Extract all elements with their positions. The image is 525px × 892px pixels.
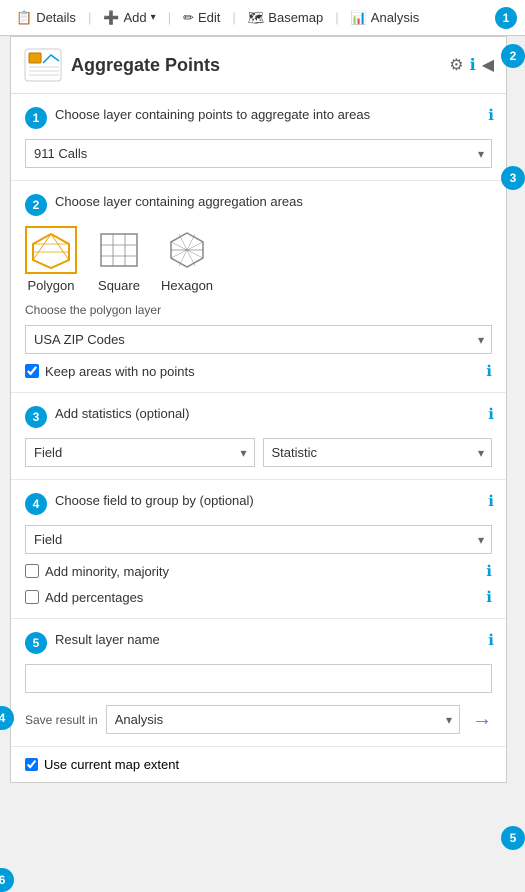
minority-checkbox[interactable] bbox=[25, 564, 39, 578]
result-name-input[interactable]: Aggregation of 911 Calls to USA ZIP Code… bbox=[25, 664, 492, 693]
step-2-section: 2 Choose layer containing aggregation ar… bbox=[11, 181, 506, 393]
save-location-select-wrapper: Analysis bbox=[106, 705, 460, 734]
step2-title: Choose layer containing aggregation area… bbox=[55, 193, 492, 211]
step-4-section: ℹ 4 Choose field to group by (optional) … bbox=[11, 480, 506, 619]
shape-polygon[interactable]: Polygon bbox=[25, 226, 77, 293]
aggregate-points-panel: Aggregate Points ⚙ ℹ ◀ ℹ 1 Choose layer … bbox=[10, 36, 507, 783]
square-icon-box bbox=[93, 226, 145, 274]
step4-info-icon[interactable]: ℹ bbox=[488, 492, 494, 510]
use-extent-checkbox[interactable] bbox=[25, 758, 38, 771]
analysis-icon: 📊 bbox=[351, 10, 367, 26]
step-3-section: ℹ 3 Add statistics (optional) Field Stat… bbox=[11, 393, 506, 480]
hexagon-icon-box bbox=[161, 226, 213, 274]
step-badge-3: 3 bbox=[25, 406, 47, 428]
percentages-checkbox[interactable] bbox=[25, 590, 39, 604]
bottom-section: Use current map extent bbox=[11, 747, 506, 782]
add-dropdown-icon: ▾ bbox=[151, 12, 156, 23]
gear-icon[interactable]: ⚙ bbox=[449, 55, 463, 75]
external-badge-6: 6 bbox=[0, 868, 14, 892]
toolbar-details[interactable]: 📋 Details bbox=[8, 6, 84, 30]
polygon-icon bbox=[29, 230, 73, 270]
step1-layer-select-wrapper: 911 Calls bbox=[25, 139, 492, 168]
step1-title: Choose layer containing points to aggreg… bbox=[55, 106, 492, 124]
step5-info-icon[interactable]: ℹ bbox=[488, 631, 494, 649]
step3-statistic-select-wrapper: Statistic bbox=[263, 438, 493, 467]
step1-layer-select[interactable]: 911 Calls bbox=[25, 139, 492, 168]
shape-hexagon[interactable]: Hexagon bbox=[161, 226, 213, 293]
percentages-info[interactable]: ℹ bbox=[486, 588, 492, 606]
external-badge-2: 2 bbox=[501, 44, 525, 68]
step3-title: Add statistics (optional) bbox=[55, 405, 492, 423]
toolbar-edit[interactable]: ✏ Edit bbox=[175, 6, 228, 30]
toolbar-analysis[interactable]: 📊 Analysis bbox=[343, 6, 428, 30]
shape-options: Polygon Square bbox=[25, 226, 492, 293]
square-label: Square bbox=[98, 278, 140, 293]
shape-square[interactable]: Square bbox=[93, 226, 145, 293]
step-badge-4: 4 bbox=[25, 493, 47, 515]
use-extent-label: Use current map extent bbox=[44, 757, 179, 772]
step4-title: Choose field to group by (optional) bbox=[55, 492, 492, 510]
step-5-section: ℹ 5 Result layer name Aggregation of 911… bbox=[11, 619, 506, 747]
external-badge-5: 5 bbox=[501, 826, 525, 850]
polygon-icon-box bbox=[25, 226, 77, 274]
toolbar: 📋 Details | ➕ Add ▾ | ✏ Edit | 🗺 Basemap… bbox=[0, 0, 525, 36]
percentages-label: Add percentages bbox=[45, 590, 143, 605]
step3-field-select[interactable]: Field bbox=[25, 438, 255, 467]
step3-statistic-select[interactable]: Statistic bbox=[263, 438, 493, 467]
polygon-hint: Choose the polygon layer bbox=[25, 303, 492, 317]
external-badge-3: 3 bbox=[501, 166, 525, 190]
save-location-select[interactable]: Analysis bbox=[106, 705, 460, 734]
save-label: Save result in bbox=[25, 713, 98, 727]
toolbar-basemap[interactable]: 🗺 Basemap bbox=[240, 6, 331, 30]
edit-icon: ✏ bbox=[183, 10, 194, 26]
step-badge-1: 1 bbox=[25, 107, 47, 129]
add-icon: ➕ bbox=[103, 10, 119, 26]
keep-areas-row: Keep areas with no points ℹ bbox=[25, 362, 492, 380]
polygon-label: Polygon bbox=[28, 278, 75, 293]
step1-info-icon[interactable]: ℹ bbox=[488, 106, 494, 124]
square-icon bbox=[97, 230, 141, 270]
step4-field-select[interactable]: Field bbox=[25, 525, 492, 554]
polygon-layer-select[interactable]: USA ZIP Codes bbox=[25, 325, 492, 354]
step-1-section: ℹ 1 Choose layer containing points to ag… bbox=[11, 94, 506, 181]
step3-field-select-wrapper: Field bbox=[25, 438, 255, 467]
keep-areas-info[interactable]: ℹ bbox=[486, 362, 492, 380]
panel-info-icon[interactable]: ℹ bbox=[470, 55, 476, 75]
basemap-icon: 🗺 bbox=[248, 10, 265, 26]
step-badge-5: 5 bbox=[25, 632, 47, 654]
save-arrow-icon: → bbox=[472, 708, 492, 731]
toolbar-badge-1[interactable]: 1 bbox=[495, 7, 517, 29]
panel-icon bbox=[23, 47, 63, 83]
step5-title: Result layer name bbox=[55, 631, 492, 649]
keep-areas-label: Keep areas with no points bbox=[45, 364, 195, 379]
step4-field-select-wrapper: Field bbox=[25, 525, 492, 554]
toolbar-add[interactable]: ➕ Add ▾ bbox=[95, 6, 163, 30]
hexagon-icon bbox=[165, 230, 209, 270]
step3-fields-row: Field Statistic bbox=[25, 438, 492, 467]
minority-row: Add minority, majority ℹ bbox=[25, 562, 492, 580]
panel-title: Aggregate Points bbox=[71, 55, 441, 76]
step3-info-icon[interactable]: ℹ bbox=[488, 405, 494, 423]
minority-label: Add minority, majority bbox=[45, 564, 169, 579]
keep-areas-checkbox[interactable] bbox=[25, 364, 39, 378]
percentages-row: Add percentages ℹ bbox=[25, 588, 492, 606]
polygon-layer-select-wrapper: USA ZIP Codes bbox=[25, 325, 492, 354]
back-icon[interactable]: ◀ bbox=[482, 55, 494, 75]
hexagon-label: Hexagon bbox=[161, 278, 213, 293]
minority-info[interactable]: ℹ bbox=[486, 562, 492, 580]
panel-header: Aggregate Points ⚙ ℹ ◀ bbox=[11, 37, 506, 94]
step-badge-2: 2 bbox=[25, 194, 47, 216]
details-icon: 📋 bbox=[16, 10, 32, 26]
save-row: Save result in Analysis → bbox=[25, 705, 492, 734]
